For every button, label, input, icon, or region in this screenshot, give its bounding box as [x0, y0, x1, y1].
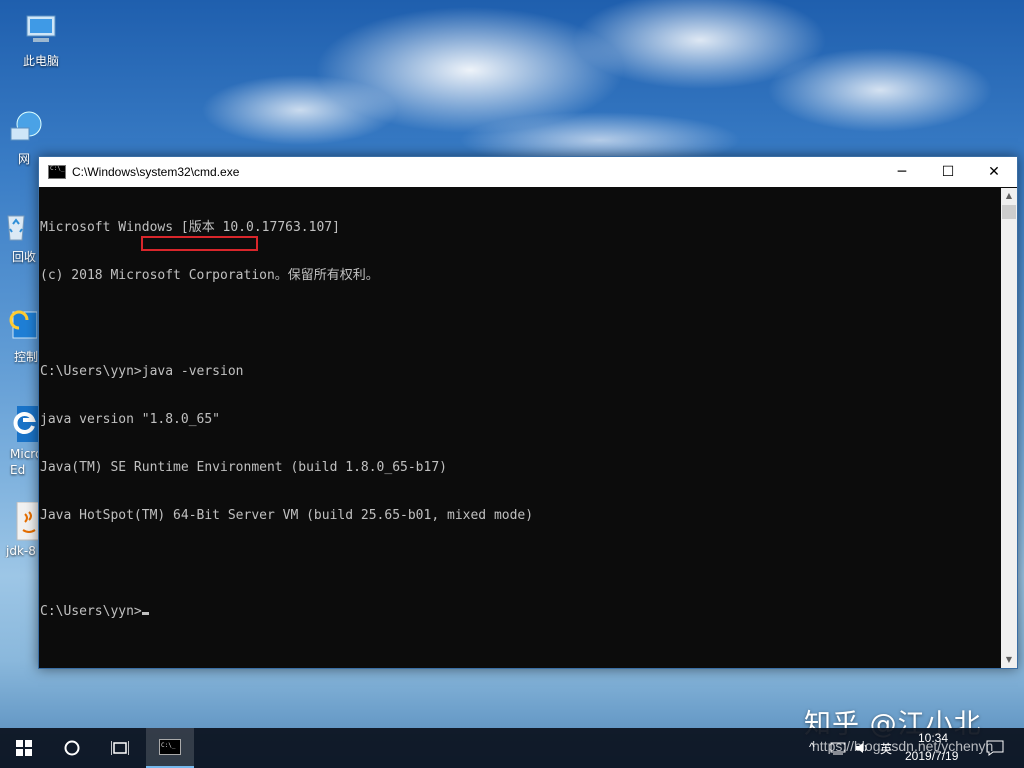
network-icon: [5, 108, 45, 148]
desktop-icon-jdk-installer[interactable]: jdk-8: [0, 502, 40, 558]
console-prompt: C:\Users\yyn>: [40, 604, 142, 619]
maximize-icon: ☐: [941, 164, 955, 180]
svg-text:C:\_: C:\_: [161, 742, 176, 749]
console-output[interactable]: Microsoft Windows [版本 10.0.17763.107] (c…: [39, 188, 1001, 668]
task-view-button[interactable]: [96, 728, 144, 768]
console-line: Microsoft Windows [版本 10.0.17763.107]: [40, 220, 340, 235]
desktop-icon-edge[interactable]: Micro Ed: [0, 404, 42, 478]
task-view-icon: [111, 741, 129, 755]
scroll-down-icon[interactable]: ▼: [1001, 652, 1017, 668]
close-icon: ✕: [988, 164, 1000, 180]
desktop-icon-control-panel[interactable]: 控制: [0, 306, 40, 365]
console-line: java version "1.8.0_65": [40, 412, 221, 427]
edge-icon: [0, 404, 41, 444]
console-line: (c) 2018 Microsoft Corporation。保留所有权利。: [40, 268, 379, 283]
console-line: Java(TM) SE Runtime Environment (build 1…: [40, 460, 447, 475]
start-button[interactable]: [0, 728, 48, 768]
cortana-search-icon: [64, 740, 80, 756]
scroll-up-icon[interactable]: ▲: [1001, 188, 1017, 204]
cmd-taskbar-icon: C:\_: [159, 739, 181, 755]
text-cursor: [141, 612, 149, 615]
console-line: Java HotSpot(TM) 64-Bit Server VM (build…: [40, 508, 534, 523]
minimize-icon: ─: [897, 164, 907, 180]
java-installer-icon: [0, 502, 40, 542]
windows-start-icon: [16, 740, 32, 756]
taskbar-cmd-button[interactable]: C:\_: [146, 728, 194, 768]
desktop-icon-this-pc[interactable]: 此电脑: [6, 10, 76, 69]
cmd-app-icon: [48, 165, 66, 179]
cmd-window[interactable]: C:\Windows\system32\cmd.exe ─ ☐ ✕ Micros…: [38, 156, 1018, 669]
vertical-scrollbar[interactable]: ▲ ▼: [1001, 188, 1017, 668]
recycle-bin-icon: [0, 206, 36, 246]
url-watermark: https://blog.csdn.net/ychenyn: [812, 738, 994, 754]
highlight-annotation-box: [141, 236, 258, 251]
minimize-button[interactable]: ─: [879, 157, 925, 187]
window-titlebar[interactable]: C:\Windows\system32\cmd.exe ─ ☐ ✕: [39, 157, 1017, 187]
control-panel-icon: [0, 306, 38, 346]
close-button[interactable]: ✕: [971, 157, 1017, 187]
console-line: C:\Users\yyn>java -version: [40, 364, 244, 379]
maximize-button[interactable]: ☐: [925, 157, 971, 187]
computer-icon: [21, 10, 61, 50]
console-prompt-line: C:\Users\yyn>: [40, 604, 1001, 620]
desktop-icon-recycle-bin[interactable]: 回收: [0, 206, 40, 265]
cortana-search-button[interactable]: [48, 728, 96, 768]
window-title: C:\Windows\system32\cmd.exe: [72, 165, 240, 179]
scrollbar-thumb[interactable]: [1002, 205, 1016, 219]
